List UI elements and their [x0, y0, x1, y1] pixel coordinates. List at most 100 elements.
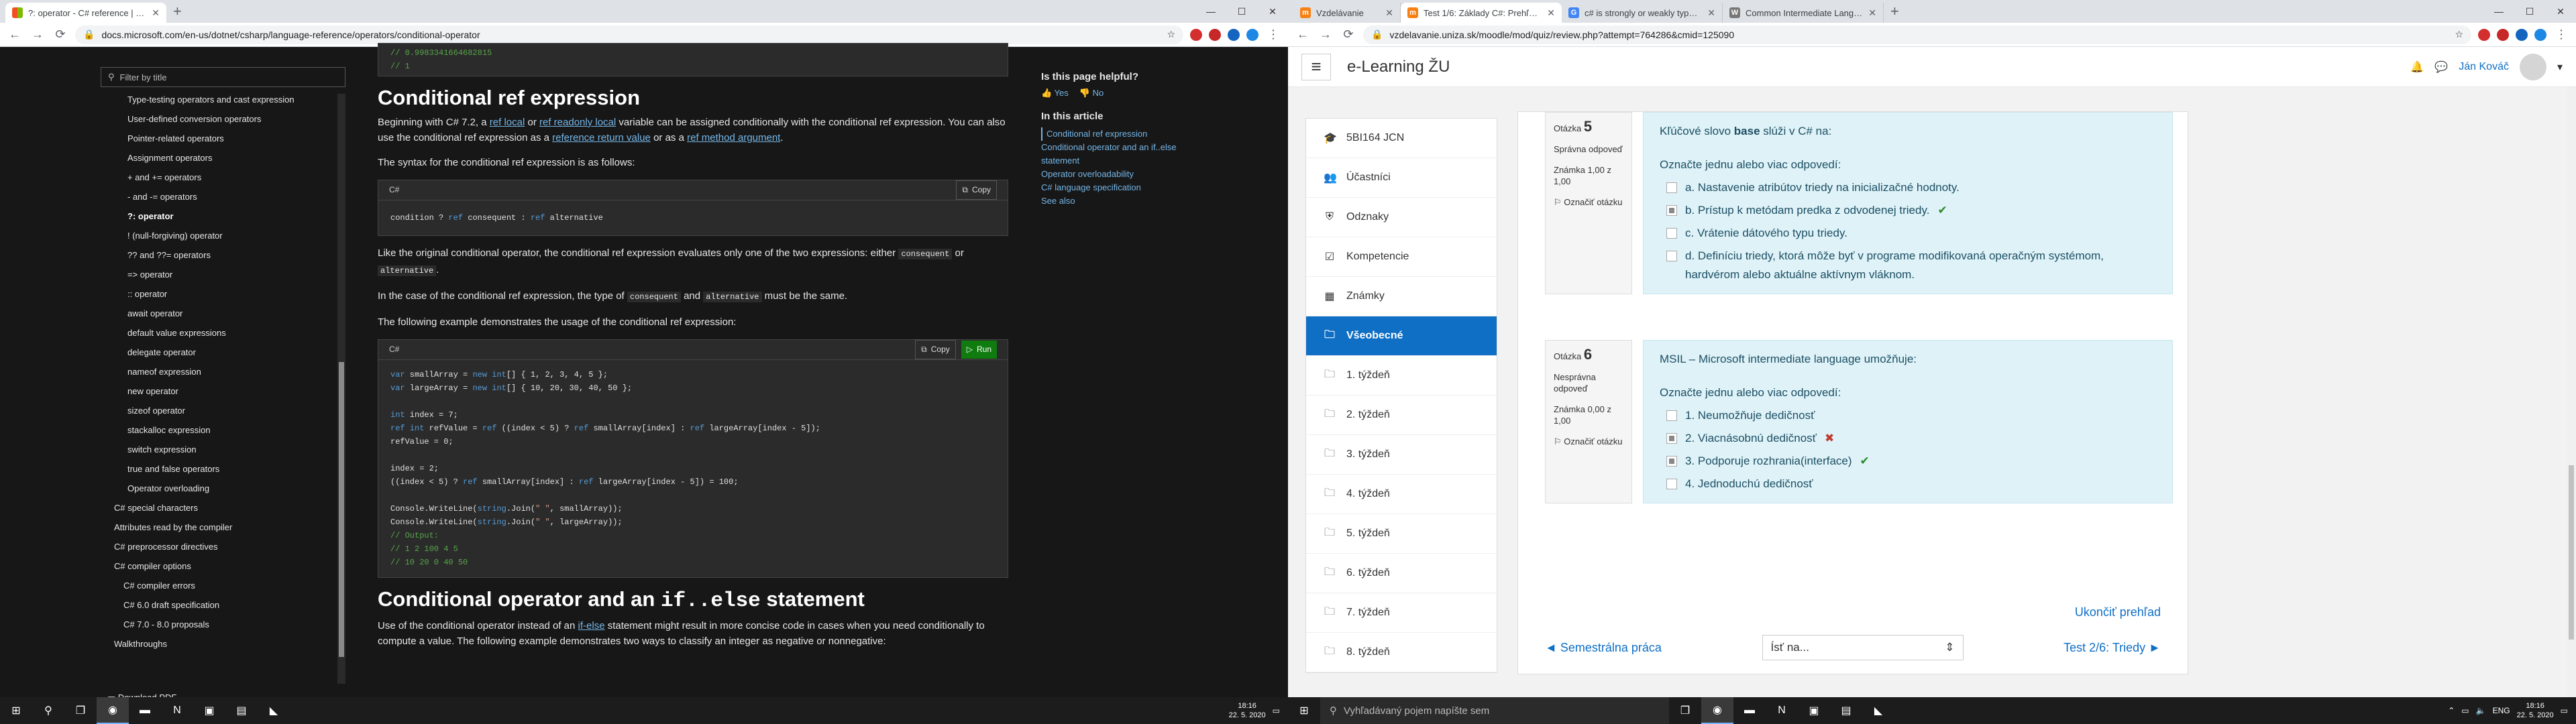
network-icon[interactable]: ▭	[2461, 706, 2469, 715]
nav-item[interactable]: 🗀 6. týždeň	[1306, 554, 1497, 593]
nav-item[interactable]: 🎓 5BI164 JCN	[1306, 119, 1497, 158]
user-name[interactable]: Ján Kováč	[2459, 61, 2509, 73]
toc-item[interactable]: C# compiler options	[101, 556, 345, 576]
toc-item[interactable]: nameof expression	[101, 362, 345, 381]
extension-icon[interactable]	[2478, 28, 2490, 41]
toc-item[interactable]: C# compiler errors	[101, 576, 345, 595]
nav-item[interactable]: ▦ Známky	[1306, 277, 1497, 316]
in-article-link[interactable]: Conditional operator and an if..else sta…	[1041, 141, 1216, 168]
extension-icon[interactable]	[1209, 28, 1221, 41]
browser-tab[interactable]: Gc# is strongly or weakly typed la... ✕	[1562, 3, 1723, 23]
onenote-icon[interactable]: N	[1766, 697, 1798, 724]
forward-icon[interactable]: →	[30, 27, 46, 42]
profile-icon[interactable]	[2534, 28, 2546, 41]
toc-item[interactable]: ?: operator	[101, 206, 345, 226]
task-view-icon[interactable]: ❐	[64, 697, 97, 724]
nav-item[interactable]: 🗀 5. týždeň	[1306, 514, 1497, 554]
close-icon[interactable]: ✕	[1868, 7, 1876, 19]
page-scroll-thumb[interactable]	[2569, 465, 2574, 640]
volume-icon[interactable]: 🔈	[2476, 706, 2486, 715]
star-icon[interactable]: ☆	[2455, 29, 2463, 40]
minimize-icon[interactable]: —	[1195, 0, 1226, 23]
toc-item[interactable]: C# 6.0 draft specification	[101, 595, 345, 615]
nav-item[interactable]: 🗀 8. týždeň	[1306, 633, 1497, 672]
maximize-icon[interactable]: ☐	[2514, 0, 2545, 23]
link-ref-method-argument[interactable]: ref method argument	[687, 132, 780, 143]
toc-item[interactable]: stackalloc expression	[101, 420, 345, 440]
extension-icon[interactable]	[1190, 28, 1202, 41]
jump-to-select[interactable]: Ísť na... ⇕	[1762, 635, 1964, 660]
toc-item[interactable]: => operator	[101, 265, 345, 284]
bell-icon[interactable]: 🔔	[2410, 60, 2424, 74]
answer-checkbox[interactable]	[1666, 433, 1677, 444]
toc-item[interactable]: Type-testing operators and cast expressi…	[101, 90, 345, 109]
notifications-icon[interactable]: ▭	[2561, 706, 2568, 715]
hamburger-menu-icon[interactable]: ≡	[1301, 53, 1331, 80]
flag-question[interactable]: ⚐ Označiť otázku	[1554, 436, 1623, 447]
address-bar[interactable]: 🔒 docs.microsoft.com/en-us/dotnet/csharp…	[75, 25, 1183, 44]
reload-icon[interactable]: ⟳	[1340, 27, 1356, 42]
copy-button[interactable]: ⧉ Copy	[956, 180, 997, 200]
toc-item[interactable]: sizeof operator	[101, 401, 345, 420]
taskbar-search[interactable]: ⚲ Vyhľadávaný pojem napíšte sem	[1320, 697, 1669, 724]
back-icon[interactable]: ←	[1295, 27, 1311, 42]
extension-icon[interactable]	[2497, 28, 2509, 41]
forward-icon[interactable]: →	[1318, 27, 1334, 42]
answer-checkbox[interactable]	[1666, 456, 1677, 467]
flag-question[interactable]: ⚐ Označiť otázku	[1554, 196, 1623, 208]
search-icon[interactable]: ⚲	[32, 697, 64, 724]
chrome-icon[interactable]: ◉	[1701, 697, 1733, 724]
link-reference-return[interactable]: reference return value	[552, 132, 651, 143]
toc-item[interactable]: delegate operator	[101, 343, 345, 362]
toc-scrollbar[interactable]	[337, 94, 345, 684]
toc-item[interactable]: ?? and ??= operators	[101, 245, 345, 265]
messages-icon[interactable]: 💬	[2434, 60, 2448, 74]
task-view-icon[interactable]: ❐	[1669, 697, 1701, 724]
language-indicator[interactable]: ENG	[2493, 706, 2510, 715]
close-window-icon[interactable]: ✕	[2545, 0, 2576, 23]
reload-icon[interactable]: ⟳	[52, 27, 68, 42]
menu-icon[interactable]: ⋮	[1265, 27, 1281, 42]
terminal-icon[interactable]: ▣	[1798, 697, 1830, 724]
prev-activity-link[interactable]: ◄ Semestrálna práca	[1545, 641, 1662, 655]
answer-checkbox[interactable]	[1666, 205, 1677, 216]
answer-checkbox[interactable]	[1666, 251, 1677, 261]
toc-item[interactable]: C# special characters	[101, 498, 345, 518]
nav-item[interactable]: 🗀 2. týždeň	[1306, 396, 1497, 435]
no-button[interactable]: 👎 No	[1079, 88, 1104, 99]
minimize-icon[interactable]: —	[2483, 0, 2514, 23]
answer-checkbox[interactable]	[1666, 182, 1677, 193]
toc-item[interactable]: new operator	[101, 381, 345, 401]
browser-tab[interactable]: m Vzdelávanie ✕	[1293, 3, 1401, 23]
toc-item[interactable]: :: operator	[101, 284, 345, 304]
next-activity-link[interactable]: Test 2/6: Triedy ►	[2063, 641, 2161, 655]
notifications-icon[interactable]: ▭	[1273, 706, 1280, 715]
onenote-icon[interactable]: N	[161, 697, 193, 724]
toc-filter-input[interactable]: ⚲ Filter by title	[101, 67, 345, 87]
nvidia-icon[interactable]: ◣	[1862, 697, 1894, 724]
answer-checkbox[interactable]	[1666, 228, 1677, 239]
nav-item[interactable]: 🗀 1. týždeň	[1306, 356, 1497, 396]
run-button[interactable]: ▷ Run	[961, 341, 997, 359]
toc-item[interactable]: true and false operators	[101, 459, 345, 479]
file-explorer-icon[interactable]: ▬	[1733, 697, 1766, 724]
app-icon[interactable]: ▤	[1830, 697, 1862, 724]
close-icon[interactable]: ✕	[1385, 7, 1393, 19]
extension-icon[interactable]	[2516, 28, 2528, 41]
nav-item[interactable]: 🗀 7. týždeň	[1306, 593, 1497, 633]
in-article-link[interactable]: Operator overloadability	[1041, 168, 1216, 181]
toc-item[interactable]: Assignment operators	[101, 148, 345, 168]
chrome-icon[interactable]: ◉	[97, 697, 129, 724]
maximize-icon[interactable]: ☐	[1226, 0, 1257, 23]
toc-item[interactable]: switch expression	[101, 440, 345, 459]
browser-tab[interactable]: m Test 1/6: Základy C#: Prehľad po... ✕	[1401, 3, 1562, 23]
clock[interactable]: 18:16 22. 5. 2020	[2517, 701, 2554, 720]
new-tab-button[interactable]: +	[166, 3, 189, 23]
link-if-else[interactable]: if-else	[578, 620, 605, 631]
nav-item[interactable]: 🗀 Všeobecné	[1306, 316, 1497, 356]
link-ref-local[interactable]: ref local	[490, 117, 525, 128]
address-bar[interactable]: 🔒 vzdelavanie.uniza.sk/moodle/mod/quiz/r…	[1363, 25, 2471, 44]
toc-item[interactable]: Attributes read by the compiler	[101, 518, 345, 537]
toc-item[interactable]: - and -= operators	[101, 187, 345, 206]
app-icon[interactable]: ▤	[225, 697, 258, 724]
